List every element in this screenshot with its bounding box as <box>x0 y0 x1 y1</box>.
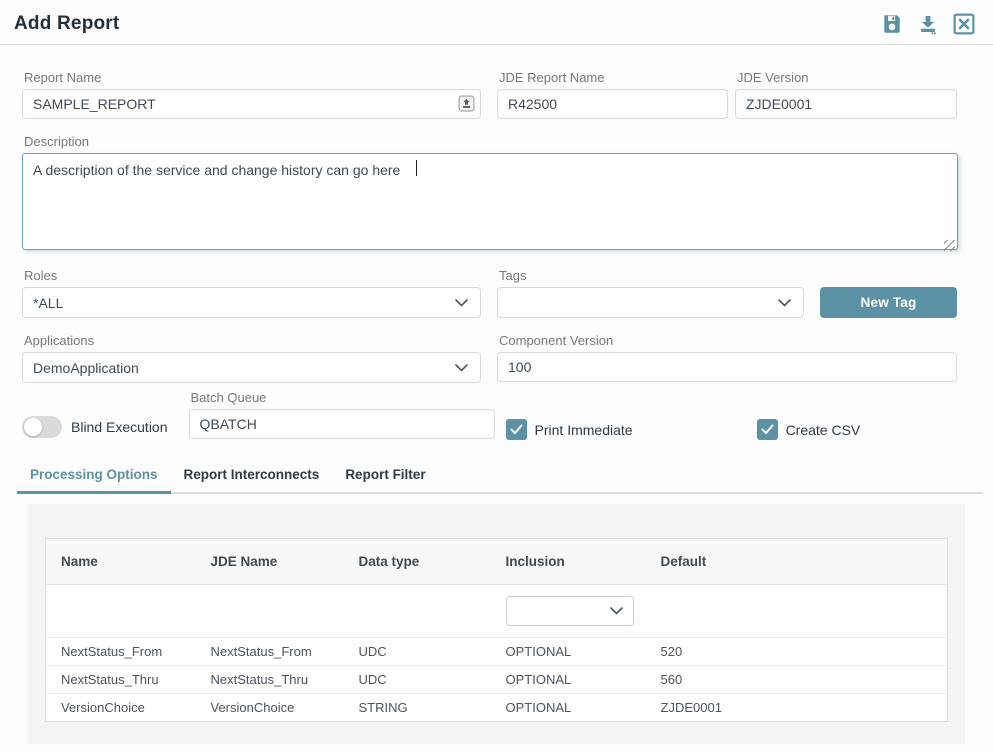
page-title: Add Report <box>14 13 119 35</box>
close-icon[interactable] <box>953 13 975 35</box>
inclusion-filter-select[interactable] <box>506 596 634 626</box>
header-actions <box>881 13 977 35</box>
table-row[interactable]: NextStatus_ThruNextStatus_ThruUDCOPTIONA… <box>46 666 948 694</box>
table-cell: NextStatus_Thru <box>196 666 344 694</box>
chevron-down-icon <box>778 299 791 307</box>
chevron-down-icon <box>455 299 468 307</box>
tab-bar: Processing Options Report Interconnects … <box>17 457 983 494</box>
table-cell: 560 <box>646 666 948 694</box>
text-caret <box>416 160 417 176</box>
table-cell: UDC <box>344 666 491 694</box>
table-row[interactable]: VersionChoiceVersionChoiceSTRINGOPTIONAL… <box>46 694 948 722</box>
batch-queue-input[interactable] <box>189 409 495 439</box>
toggle-knob <box>24 418 42 436</box>
table-cell: 520 <box>646 638 948 666</box>
jde-report-name-input[interactable] <box>497 89 728 119</box>
print-immediate-checkbox[interactable] <box>506 419 527 440</box>
table-cell: STRING <box>344 694 491 722</box>
tags-label: Tags <box>499 268 804 283</box>
column-header: Name <box>46 539 196 585</box>
roles-label: Roles <box>24 268 481 283</box>
page-header: Add Report <box>0 0 993 45</box>
tab-report-interconnects[interactable]: Report Interconnects <box>171 457 333 494</box>
report-form: Report Name JDE Report Name JDE Version <box>0 45 993 440</box>
filter-cell <box>344 585 491 638</box>
blind-execution-toggle[interactable] <box>22 416 62 438</box>
table-row[interactable]: NextStatus_FromNextStatus_FromUDCOPTIONA… <box>46 638 948 666</box>
table-cell: OPTIONAL <box>491 666 646 694</box>
autofill-icon[interactable] <box>458 95 475 112</box>
roles-selected-value: *ALL <box>33 295 63 311</box>
table-cell: NextStatus_From <box>196 638 344 666</box>
applications-label: Applications <box>24 333 481 348</box>
chevron-down-icon <box>610 607 623 615</box>
description-textarea[interactable]: A description of the service and change … <box>22 153 958 250</box>
applications-select[interactable]: DemoApplication <box>22 352 481 383</box>
tags-select[interactable] <box>497 287 804 318</box>
report-name-label: Report Name <box>24 70 481 85</box>
download-icon[interactable] <box>917 13 939 35</box>
print-immediate-label: Print Immediate <box>535 422 633 438</box>
report-name-input[interactable] <box>22 89 481 119</box>
jde-version-input[interactable] <box>735 89 957 119</box>
table-cell: OPTIONAL <box>491 694 646 722</box>
blind-execution-group: Blind Execution <box>22 416 168 438</box>
description-label: Description <box>24 134 958 149</box>
component-version-input[interactable] <box>497 352 957 382</box>
table-cell: OPTIONAL <box>491 638 646 666</box>
filter-cell <box>491 585 646 638</box>
column-header: Inclusion <box>491 539 646 585</box>
roles-select[interactable]: *ALL <box>22 287 481 318</box>
table-cell: NextStatus_Thru <box>46 666 196 694</box>
column-header: Data type <box>344 539 491 585</box>
processing-options-panel: NameJDE NameData typeInclusionDefault Ne… <box>28 504 965 744</box>
new-tag-button[interactable]: New Tag <box>820 287 957 318</box>
save-icon[interactable] <box>881 13 903 35</box>
create-csv-checkbox[interactable] <box>757 419 778 440</box>
column-header: JDE Name <box>196 539 344 585</box>
create-csv-group: Create CSV <box>757 419 861 440</box>
column-header: Default <box>646 539 948 585</box>
print-immediate-group: Print Immediate <box>506 419 633 440</box>
table-cell: UDC <box>344 638 491 666</box>
create-csv-label: Create CSV <box>786 422 861 438</box>
tab-processing-options[interactable]: Processing Options <box>17 457 171 494</box>
filter-cell <box>46 585 196 638</box>
jde-version-label: JDE Version <box>737 70 957 85</box>
applications-selected-value: DemoApplication <box>33 360 139 376</box>
table-header-row: NameJDE NameData typeInclusionDefault <box>46 539 948 585</box>
chevron-down-icon <box>455 364 468 372</box>
component-version-label: Component Version <box>499 333 957 348</box>
filter-cell <box>196 585 344 638</box>
tab-report-filter[interactable]: Report Filter <box>332 457 438 494</box>
table-filter-row <box>46 585 948 638</box>
filter-cell <box>646 585 948 638</box>
batch-queue-label: Batch Queue <box>191 390 495 405</box>
table-cell: NextStatus_From <box>46 638 196 666</box>
processing-options-table: NameJDE NameData typeInclusionDefault Ne… <box>45 538 948 722</box>
table-cell: ZJDE0001 <box>646 694 948 722</box>
jde-report-name-label: JDE Report Name <box>499 70 728 85</box>
table-cell: VersionChoice <box>46 694 196 722</box>
table-cell: VersionChoice <box>196 694 344 722</box>
blind-execution-label: Blind Execution <box>71 419 168 435</box>
